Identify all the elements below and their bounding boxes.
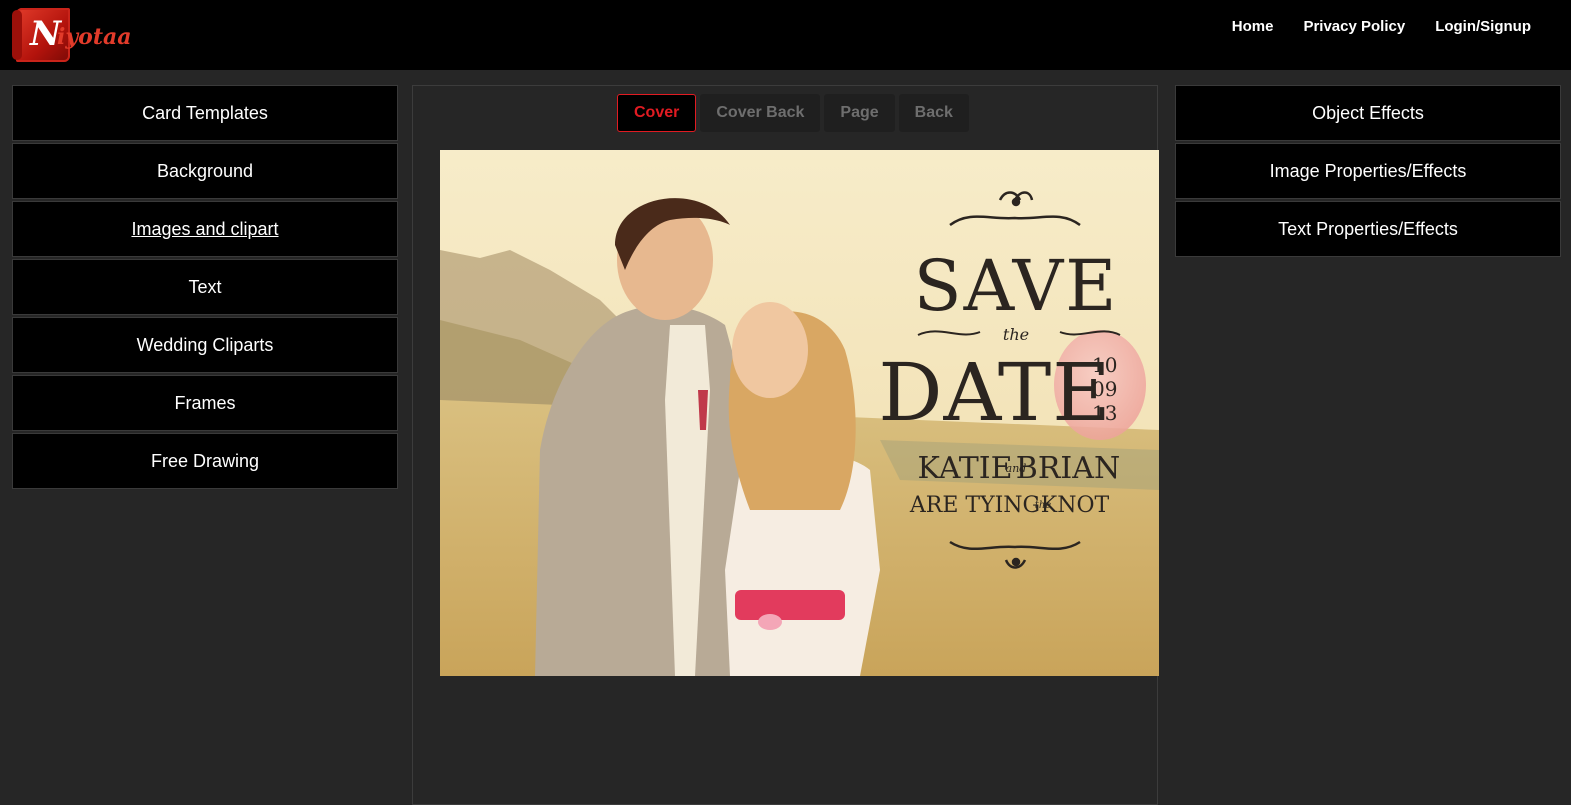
- text-properties-button[interactable]: Text Properties/Effects: [1175, 201, 1561, 257]
- free-drawing-button[interactable]: Free Drawing: [12, 433, 398, 489]
- background-button[interactable]: Background: [12, 143, 398, 199]
- tab-page[interactable]: Page: [824, 94, 895, 132]
- image-properties-button[interactable]: Image Properties/Effects: [1175, 143, 1561, 199]
- images-clipart-button[interactable]: Images and clipart: [12, 201, 398, 257]
- tab-cover-back[interactable]: Cover Back: [700, 94, 821, 132]
- left-tool-menu: Card Templates Background Images and cli…: [12, 85, 398, 491]
- right-effects-menu: Object Effects Image Properties/Effects …: [1175, 85, 1561, 259]
- bride-sash: [735, 590, 845, 620]
- the-word: the: [1003, 325, 1029, 344]
- bride-face: [732, 302, 808, 398]
- page-tabs: Cover Cover Back Page Back: [617, 94, 969, 132]
- date-day: 09: [1092, 377, 1117, 401]
- tab-cover[interactable]: Cover: [617, 94, 697, 132]
- date-title: DATE: [878, 346, 1111, 439]
- nav-login-link[interactable]: Login/Signup: [1435, 16, 1531, 38]
- top-nav: Home Privacy Policy Login/Signup: [1232, 16, 1531, 38]
- top-bar: N iyotaa Home Privacy Policy Login/Signu…: [0, 0, 1571, 70]
- tab-back[interactable]: Back: [898, 94, 969, 132]
- text-button[interactable]: Text: [12, 259, 398, 315]
- wedding-cliparts-button[interactable]: Wedding Cliparts: [12, 317, 398, 373]
- card-editor-panel: Cover Cover Back Page Back SAVE the DATE…: [412, 85, 1159, 805]
- card-artwork: SAVE the DATE 10 09 13 KATIE and BRIAN A…: [440, 150, 1159, 676]
- object-effects-button[interactable]: Object Effects: [1175, 85, 1561, 141]
- tying-text-start: ARE TYING: [909, 493, 1040, 518]
- tying-text-end: KNOT: [1041, 493, 1110, 518]
- niyotaa-logo[interactable]: N iyotaa: [12, 6, 132, 64]
- card-templates-button[interactable]: Card Templates: [12, 85, 398, 141]
- nav-home-link[interactable]: Home: [1232, 16, 1274, 38]
- bride-name: KATIE: [918, 451, 1013, 486]
- sash-flower: [758, 614, 782, 630]
- date-month: 10: [1092, 353, 1117, 377]
- card-canvas[interactable]: SAVE the DATE 10 09 13 KATIE and BRIAN A…: [440, 150, 1159, 676]
- logo-wordmark: iyotaa: [57, 24, 132, 50]
- save-title: SAVE: [914, 245, 1119, 327]
- date-year: 13: [1092, 401, 1117, 425]
- groom-name: BRIAN: [1016, 451, 1120, 486]
- nav-privacy-link[interactable]: Privacy Policy: [1303, 16, 1405, 38]
- frames-button[interactable]: Frames: [12, 375, 398, 431]
